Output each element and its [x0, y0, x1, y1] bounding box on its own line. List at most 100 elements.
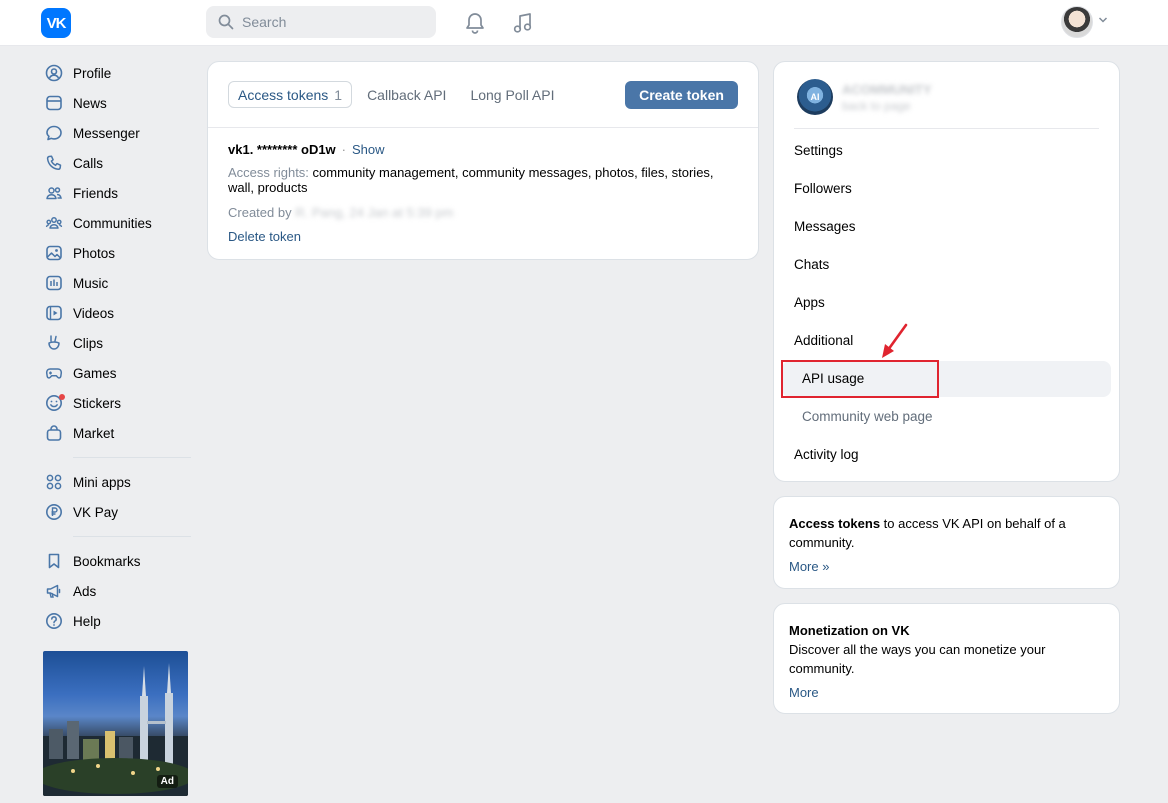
nav-label: Games — [73, 365, 117, 381]
info-description: Discover all the ways you can monetize y… — [789, 642, 1046, 676]
nav-item-news[interactable]: News — [40, 88, 195, 118]
news-icon — [44, 93, 64, 113]
vk-logo[interactable]: VK — [41, 8, 71, 38]
more-link[interactable]: More » — [789, 559, 829, 574]
games-icon — [44, 363, 64, 383]
more-link[interactable]: More — [789, 685, 819, 700]
nav-item-ads[interactable]: Ads — [40, 576, 195, 606]
tab-access-tokens[interactable]: Access tokens 1 — [228, 81, 353, 108]
photos-icon — [44, 243, 64, 263]
access-rights: Access rights: community management, com… — [228, 165, 728, 195]
menu-item-additional[interactable]: Additional — [794, 331, 853, 351]
nav-item-help[interactable]: Help — [40, 606, 195, 636]
tab-label: Access tokens — [238, 86, 329, 103]
nav-label: Profile — [73, 65, 112, 81]
access-rights-label: Access rights: — [228, 165, 309, 180]
nav-label: VK Pay — [73, 504, 119, 520]
token-row: vk1. ******** oD1w · Show — [228, 142, 385, 157]
create-token-button[interactable]: Create token — [625, 81, 738, 109]
help-icon — [44, 611, 64, 631]
info-title: Access tokens — [789, 516, 881, 531]
menu-item-followers[interactable]: Followers — [794, 179, 852, 199]
ad-banner-image[interactable]: Ad — [43, 651, 188, 796]
bell-icon[interactable] — [463, 11, 487, 35]
community-menu-card: AI ACOMMUNITY back to page Settings Foll… — [773, 61, 1120, 482]
ad-badge: Ad — [156, 775, 178, 788]
nav-label: Mini apps — [73, 474, 131, 490]
menu-item-settings[interactable]: Settings — [794, 141, 843, 161]
back-to-page-link[interactable]: back to page — [842, 99, 911, 113]
bookmark-icon — [44, 551, 64, 571]
nav-item-communities[interactable]: Communities — [40, 208, 195, 238]
menu-item-chats[interactable]: Chats — [794, 255, 829, 275]
nav-item-profile[interactable]: Profile — [40, 58, 195, 88]
user-avatar[interactable] — [1061, 6, 1093, 38]
phone-icon — [44, 153, 64, 173]
highlight-box — [781, 360, 939, 398]
nav-divider — [73, 457, 191, 458]
nav-label: Clips — [73, 335, 104, 351]
nav-item-photos[interactable]: Photos — [40, 238, 195, 268]
clips-icon — [44, 333, 64, 353]
nav-label: Videos — [73, 305, 115, 321]
nav-item-clips[interactable]: Clips — [40, 328, 195, 358]
delete-token-link[interactable]: Delete token — [228, 229, 301, 244]
nav-item-stickers[interactable]: Stickers — [40, 388, 195, 418]
search-input[interactable] — [242, 14, 412, 30]
menu-item-apps[interactable]: Apps — [794, 293, 825, 313]
tab-long-poll-api[interactable]: Long Poll API — [461, 81, 563, 108]
community-avatar[interactable]: AI — [797, 79, 833, 115]
chevron-down-icon[interactable] — [1098, 16, 1108, 24]
megaphone-icon — [44, 581, 64, 601]
nav-label: Stickers — [73, 395, 122, 411]
music-icon — [44, 273, 64, 293]
tab-callback-api[interactable]: Callback API — [358, 81, 455, 108]
nav-item-bookmarks[interactable]: Bookmarks — [40, 546, 195, 576]
profile-icon — [44, 63, 64, 83]
nav-label: Messenger — [73, 125, 140, 141]
nav-label: Friends — [73, 185, 119, 201]
nav-label: Bookmarks — [73, 553, 141, 569]
community-name[interactable]: ACOMMUNITY — [842, 82, 932, 97]
left-nav: Profile News Messenger Calls Friends Com… — [40, 58, 195, 636]
vk-pay-icon — [44, 502, 64, 522]
nav-label: Photos — [73, 245, 116, 261]
show-token-link[interactable]: Show — [352, 142, 385, 157]
nav-item-vk-pay[interactable]: VK Pay — [40, 497, 195, 527]
nav-item-mini-apps[interactable]: Mini apps — [40, 467, 195, 497]
nav-label: Music — [73, 275, 109, 291]
top-header: VK — [0, 0, 1168, 46]
search-icon — [218, 14, 234, 30]
nav-item-games[interactable]: Games — [40, 358, 195, 388]
mini-apps-icon — [44, 472, 64, 492]
tab-label: Long Poll API — [470, 86, 555, 103]
notification-dot — [59, 394, 65, 400]
music-icon[interactable] — [510, 11, 534, 35]
created-by-label: Created by — [228, 205, 292, 220]
market-icon — [44, 423, 64, 443]
nav-label: Calls — [73, 155, 104, 171]
nav-item-calls[interactable]: Calls — [40, 148, 195, 178]
nav-item-messenger[interactable]: Messenger — [40, 118, 195, 148]
nav-item-market[interactable]: Market — [40, 418, 195, 448]
annotation-arrow-icon — [882, 323, 908, 358]
monetization-info-card: Monetization on VK Discover all the ways… — [773, 603, 1120, 714]
communities-icon — [44, 213, 64, 233]
nav-item-friends[interactable]: Friends — [40, 178, 195, 208]
videos-icon — [44, 303, 64, 323]
created-by: Created by R. Pang, 24 Jan at 5:39 pm — [228, 205, 454, 220]
tokens-card: Access tokens 1 Callback API Long Poll A… — [207, 61, 759, 260]
access-tokens-info-card: Access tokens to access VK API on behalf… — [773, 496, 1120, 589]
menu-item-activity-log[interactable]: Activity log — [794, 445, 859, 465]
token-value: vk1. ******** oD1w — [228, 142, 336, 157]
menu-item-community-web-page[interactable]: Community web page — [802, 407, 933, 427]
info-text: Monetization on VK Discover all the ways… — [789, 621, 1089, 702]
search-box[interactable] — [206, 6, 436, 38]
created-by-value: R. Pang, 24 Jan at 5:39 pm — [295, 205, 454, 220]
nav-item-videos[interactable]: Videos — [40, 298, 195, 328]
friends-icon — [44, 183, 64, 203]
tab-label: Callback API — [367, 86, 447, 103]
nav-item-music[interactable]: Music — [40, 268, 195, 298]
menu-item-messages[interactable]: Messages — [794, 217, 856, 237]
nav-label: News — [73, 95, 107, 111]
